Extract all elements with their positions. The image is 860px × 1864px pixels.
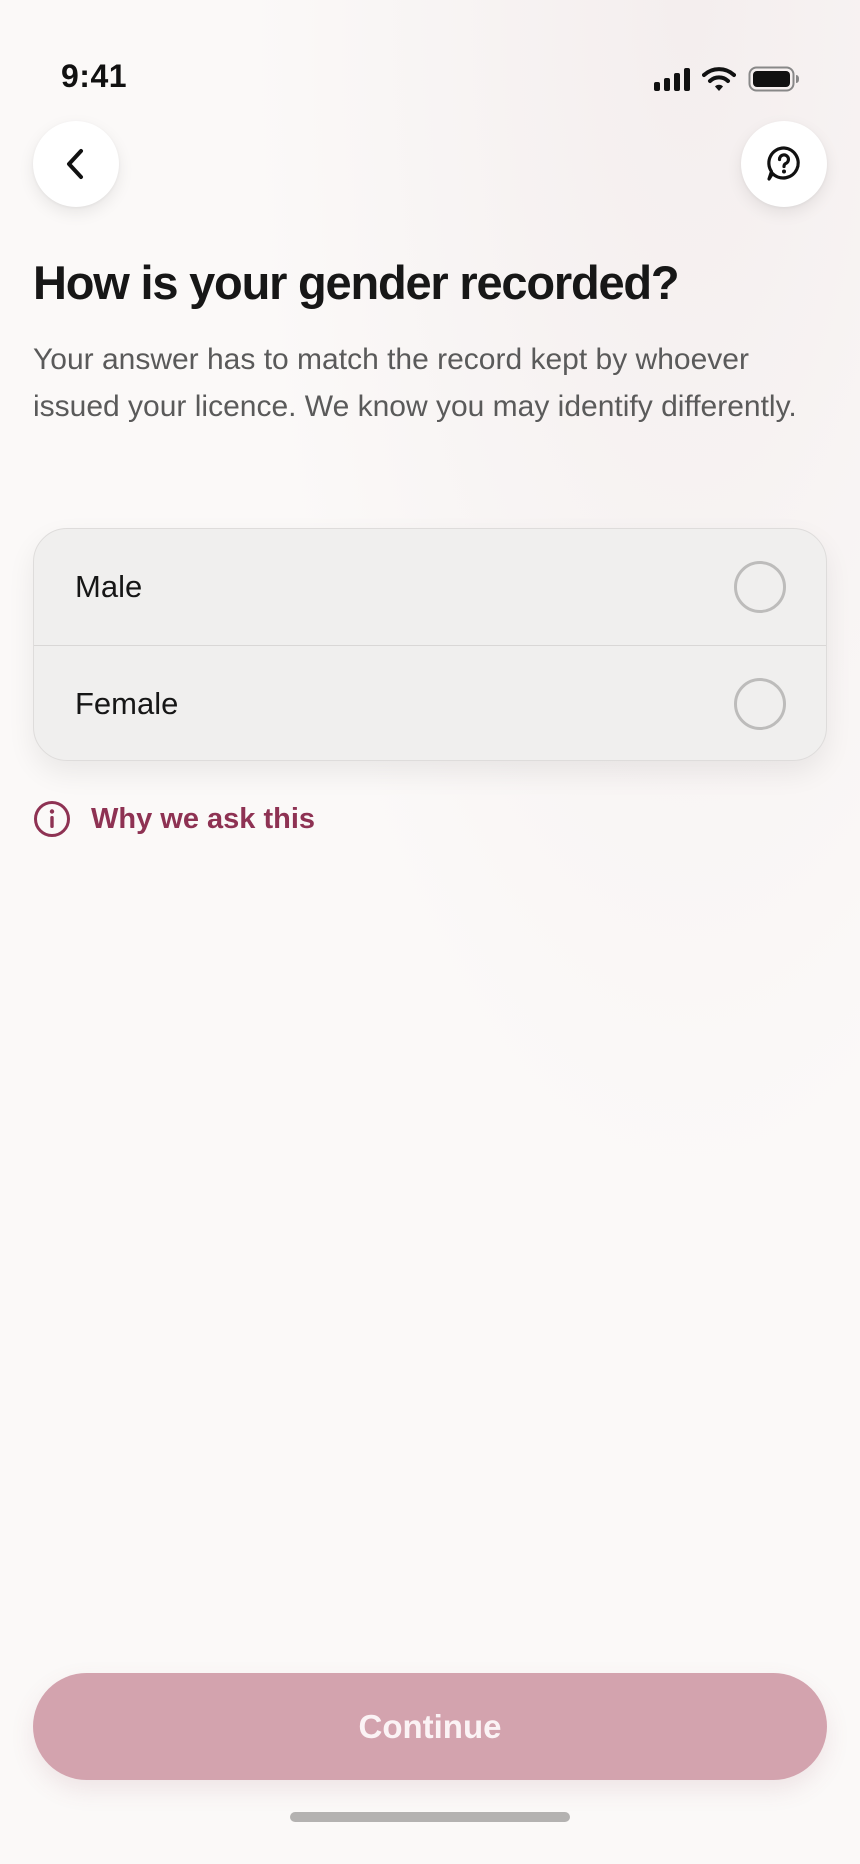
option-label: Male — [75, 569, 143, 604]
back-button[interactable] — [33, 121, 119, 207]
continue-button[interactable]: Continue — [33, 1673, 827, 1780]
status-icons — [654, 66, 800, 92]
chevron-left-icon — [67, 149, 83, 179]
option-male[interactable]: Male — [34, 529, 826, 645]
continue-label: Continue — [358, 1707, 502, 1745]
question-chat-icon — [767, 146, 800, 181]
status-time: 9:41 — [61, 58, 128, 94]
why-we-ask-label: Why we ask this — [91, 802, 316, 835]
page-title: How is your gender recorded? — [33, 256, 680, 309]
help-button[interactable] — [741, 121, 827, 207]
battery-icon — [748, 66, 800, 92]
gender-options: Male Female — [33, 528, 827, 761]
screen: 9:41 How is your gender recorded? Your a… — [0, 0, 860, 1864]
why-we-ask-link[interactable]: Why we ask this — [33, 800, 315, 838]
option-female[interactable]: Female — [34, 645, 826, 760]
page-subtitle: Your answer has to match the record kept… — [33, 343, 797, 423]
option-label: Female — [75, 685, 179, 721]
radio-button[interactable] — [734, 561, 786, 613]
home-indicator — [290, 1812, 570, 1822]
radio-button[interactable] — [734, 677, 786, 730]
info-icon — [34, 801, 70, 837]
wifi-icon — [702, 66, 736, 92]
signal-icon — [654, 67, 690, 91]
